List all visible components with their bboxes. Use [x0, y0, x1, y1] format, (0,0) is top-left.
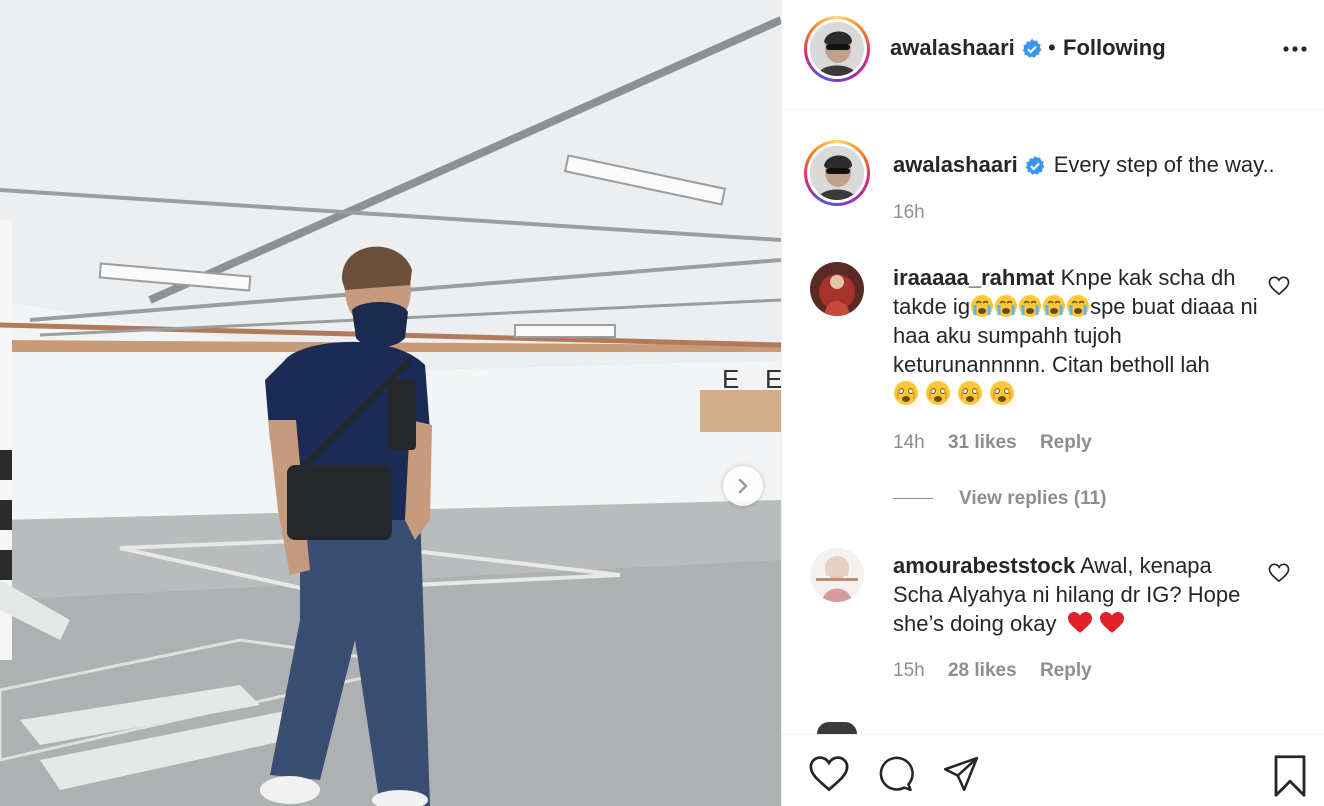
parking-garage-photo: E E	[0, 0, 781, 806]
paper-plane-icon	[943, 756, 979, 792]
comment-body: iraaaaa_rahmat Knpe kak scha dh takde ig…	[893, 263, 1258, 408]
heart-icon	[809, 756, 849, 792]
author-username[interactable]: awalashaari	[890, 35, 1043, 61]
comment-button[interactable]	[874, 755, 916, 798]
caption-line: awalashaari Every step of the way..	[893, 152, 1275, 178]
post-actions-bar	[782, 734, 1324, 806]
more-options-button[interactable]	[1282, 38, 1308, 65]
caption-timestamp[interactable]: 16h	[893, 202, 925, 224]
post-header: awalashaari • Following	[782, 0, 1324, 110]
comment-like-button[interactable]	[1268, 563, 1290, 588]
like-button[interactable]	[808, 755, 850, 798]
caption-username[interactable]: awalashaari	[893, 152, 1018, 177]
more-options-icon	[1283, 46, 1307, 52]
fearful-face-emoji	[893, 381, 1023, 406]
author-avatar[interactable]	[804, 16, 870, 82]
caption-avatar[interactable]	[804, 140, 870, 206]
svg-text:E: E	[765, 364, 781, 394]
comment-username[interactable]: iraaaaa_rahmat	[893, 265, 1054, 290]
commenter-avatar[interactable]	[810, 548, 864, 602]
save-button[interactable]	[1270, 755, 1310, 802]
fear-emojis	[894, 381, 1014, 405]
view-replies-line	[893, 498, 933, 500]
caption-avatar-image	[810, 146, 864, 200]
comment-meta: 14h 31 likes Reply	[893, 432, 1110, 454]
comment-body: amourabeststock Awal, kenapa Scha Alyahy…	[893, 551, 1258, 638]
separator-dot: •	[1048, 35, 1056, 60]
view-replies-label[interactable]: View replies (11)	[959, 488, 1107, 509]
loudly-crying-face-emoji	[970, 294, 1090, 319]
heart-icon	[1268, 563, 1290, 583]
commenter-avatar-image	[810, 548, 864, 602]
caption-text: Every step of the way..	[1053, 152, 1275, 177]
comment-username[interactable]: amourabeststock	[893, 553, 1075, 578]
post-photo[interactable]: E E	[0, 0, 781, 806]
bookmark-icon	[1274, 755, 1306, 797]
author-username-text[interactable]: awalashaari	[890, 35, 1015, 60]
commenter-avatar-image	[810, 262, 864, 316]
post-side-panel: awalashaari • Following awalashaari Ever…	[781, 0, 1324, 806]
share-button[interactable]	[940, 755, 982, 798]
red-heart-emoji	[1063, 611, 1125, 636]
author-avatar-image	[810, 22, 864, 76]
commenter-avatar[interactable]	[810, 262, 864, 316]
comment-meta: 15h 28 likes Reply	[893, 660, 1110, 682]
crying-emojis	[971, 295, 1090, 317]
comment-likes[interactable]: 31 likes	[948, 432, 1017, 453]
reply-button[interactable]: Reply	[1040, 432, 1092, 453]
chevron-right-icon	[738, 478, 748, 494]
comment-likes[interactable]: 28 likes	[948, 660, 1017, 681]
verified-badge-icon	[1025, 156, 1045, 175]
heart-icon	[1268, 276, 1290, 296]
comment-timestamp[interactable]: 15h	[893, 660, 925, 681]
view-replies-button[interactable]: View replies (11)	[893, 488, 1107, 510]
svg-text:E: E	[722, 364, 739, 394]
next-commenter-avatar	[817, 722, 857, 734]
comment-like-button[interactable]	[1268, 276, 1290, 301]
comment-timestamp[interactable]: 14h	[893, 432, 925, 453]
comment-icon	[879, 756, 914, 792]
reply-button[interactable]: Reply	[1040, 660, 1092, 681]
red-heart-emojis	[1067, 612, 1124, 633]
following-button[interactable]: Following	[1063, 35, 1166, 61]
verified-badge-icon	[1022, 39, 1042, 58]
next-photo-button[interactable]	[723, 466, 763, 506]
